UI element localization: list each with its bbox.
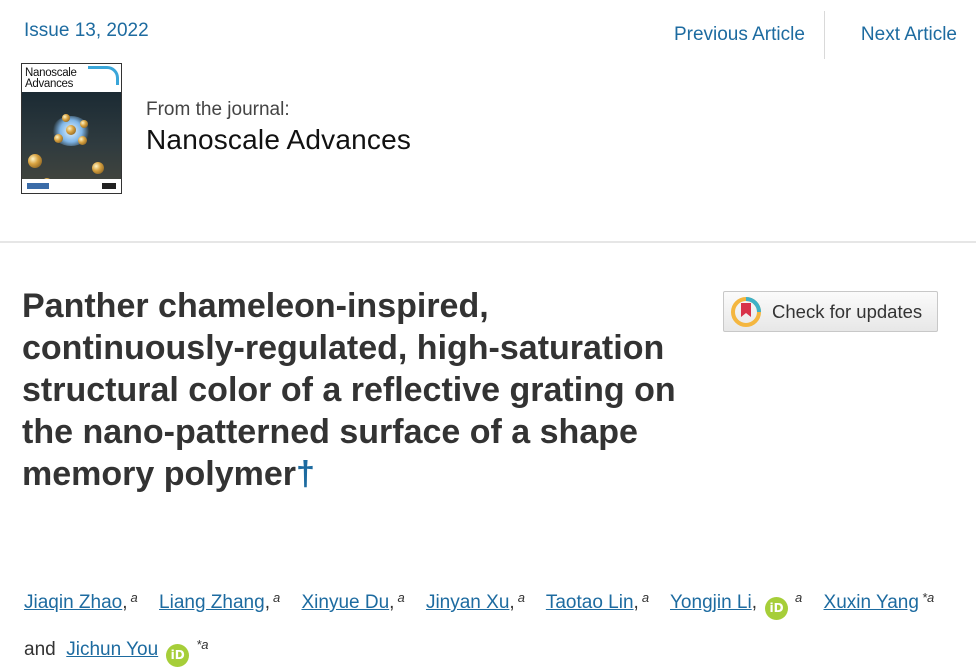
affiliation-mark: a — [517, 590, 525, 605]
next-article-link[interactable]: Next Article — [825, 10, 976, 60]
issue-label: Issue 13, 2022 — [24, 20, 149, 41]
cover-logo-arc — [88, 66, 119, 85]
affiliation-mark: a — [795, 590, 803, 605]
orcid-icon[interactable]: iD — [765, 597, 788, 620]
cover-sphere — [66, 125, 76, 135]
check-for-updates-button[interactable]: Check for updates — [723, 291, 938, 332]
author-link[interactable]: Xuxin Yang — [824, 592, 919, 613]
affiliation-mark: a — [130, 590, 138, 605]
publisher-mark-icon — [102, 183, 116, 189]
and-label: and — [24, 639, 56, 660]
affiliation-mark: a — [641, 590, 650, 605]
affiliation-mark: a — [272, 590, 281, 605]
article-nav: Previous Article Next Article — [638, 10, 976, 60]
author-list: Jiaqin Zhao, a Liang Zhang, a Xinyue Du, a … — [24, 577, 964, 671]
check-for-updates-label: Check for updates — [772, 300, 923, 322]
cover-sphere — [80, 120, 88, 128]
cover-title: Nanoscale Advances — [25, 67, 77, 90]
cover-sphere — [54, 134, 63, 143]
article-title-text: Panther chameleon-inspired, continuously… — [22, 287, 676, 493]
author-link[interactable]: Yongjin Li — [670, 592, 752, 613]
author-link[interactable]: Liang Zhang — [159, 592, 265, 613]
article-title: Panther chameleon-inspired, continuously… — [22, 285, 702, 495]
affiliation-mark: *a — [196, 637, 209, 652]
rsc-logo-icon — [27, 183, 49, 189]
author-link[interactable]: Taotao Lin — [546, 592, 634, 613]
author-link[interactable]: Jinyan Xu — [426, 592, 509, 613]
header-divider — [0, 241, 976, 243]
journal-from-label: From the journal: — [146, 99, 290, 120]
previous-article-link[interactable]: Previous Article — [638, 10, 824, 60]
affiliation-mark: *a — [921, 590, 935, 605]
cover-sphere — [28, 154, 42, 168]
cover-sphere — [92, 162, 104, 174]
author-link[interactable]: Jiaqin Zhao — [24, 592, 122, 613]
crossmark-icon — [731, 296, 761, 327]
orcid-icon[interactable]: iD — [166, 644, 190, 667]
author-link[interactable]: Xinyue Du — [301, 592, 389, 613]
affiliation-mark: a — [397, 590, 405, 605]
supplementary-info-link[interactable]: † — [296, 455, 315, 493]
author-link[interactable]: Jichun You — [66, 639, 158, 660]
journal-cover-image[interactable]: Nanoscale Advances — [21, 63, 122, 194]
journal-name[interactable]: Nanoscale Advances — [146, 124, 411, 156]
cover-footer — [22, 179, 121, 193]
cover-sphere — [62, 114, 70, 122]
cover-sphere — [78, 136, 87, 145]
